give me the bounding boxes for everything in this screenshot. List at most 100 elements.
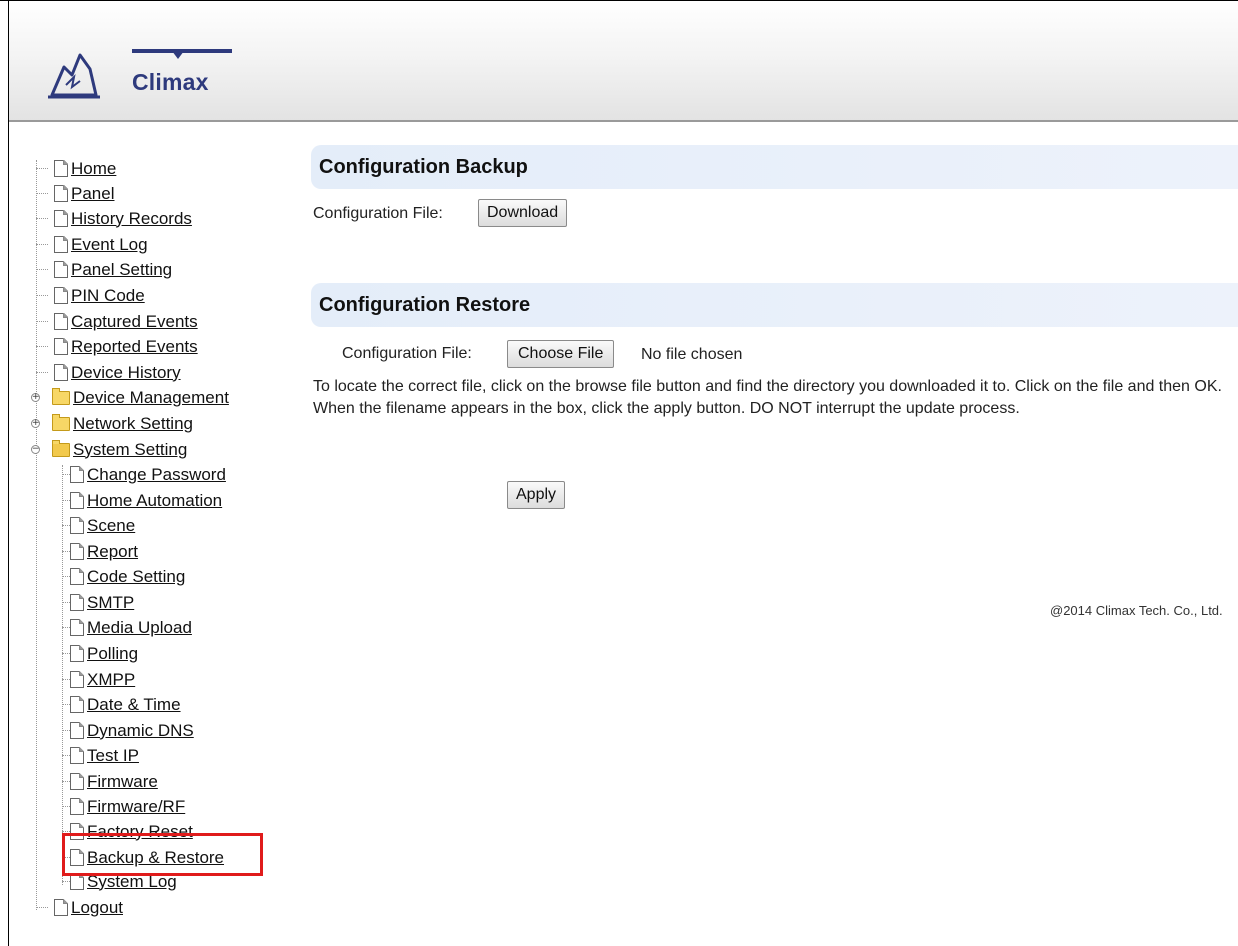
page-icon (70, 747, 84, 764)
page-icon (70, 671, 84, 688)
sidebar-link-xmpp[interactable]: XMPP (87, 670, 135, 690)
sidebar-item-dynamic-dns[interactable]: Dynamic DNS (56, 718, 194, 743)
sidebar-link-pin-code[interactable]: PIN Code (71, 286, 145, 306)
sidebar-link-media-upload[interactable]: Media Upload (87, 618, 192, 638)
sidebar-link-report[interactable]: Report (87, 542, 138, 562)
page-icon (70, 594, 84, 611)
sidebar-item-smtp[interactable]: SMTP (56, 590, 134, 615)
sidebar-link-reported-events[interactable]: Reported Events (71, 337, 198, 357)
copyright-footer: @2014 Climax Tech. Co., Ltd. (1050, 603, 1223, 618)
header: Climax (9, 1, 1238, 122)
sidebar-item-event-log[interactable]: Event Log (30, 232, 148, 257)
sidebar-link-change-password[interactable]: Change Password (87, 465, 226, 485)
restore-section-header: Configuration Restore (311, 283, 1238, 327)
sidebar-link-smtp[interactable]: SMTP (87, 593, 134, 613)
sidebar-item-report[interactable]: Report (56, 539, 138, 564)
restore-file-label: Configuration File: (342, 345, 472, 362)
sidebar-link-home-automation[interactable]: Home Automation (87, 491, 222, 511)
sidebar-item-firmware-rf[interactable]: Firmware/RF (56, 794, 185, 819)
sidebar-link-captured-events[interactable]: Captured Events (71, 312, 198, 332)
backup-section-header: Configuration Backup (311, 145, 1238, 189)
sidebar-link-test-ip[interactable]: Test IP (87, 746, 139, 766)
selection-highlight-box (62, 833, 263, 876)
page-icon (54, 261, 68, 278)
folder-icon (52, 387, 70, 405)
folder-open-icon (52, 439, 70, 457)
page-icon (70, 466, 84, 483)
expand-plus-icon[interactable]: + (31, 393, 40, 402)
frame-left-border (8, 0, 9, 946)
sidebar-link-home[interactable]: Home (71, 159, 116, 179)
sidebar-item-reported-events[interactable]: Reported Events (30, 334, 198, 359)
sidebar-link-firmware[interactable]: Firmware (87, 772, 158, 792)
page-icon (70, 645, 84, 662)
page-icon (54, 364, 68, 381)
sidebar-link-date-time[interactable]: Date & Time (87, 695, 181, 715)
sidebar-link-system-setting[interactable]: System Setting (73, 440, 187, 460)
backup-section-title: Configuration Backup (319, 156, 528, 178)
page-icon (70, 696, 84, 713)
sidebar-item-logout[interactable]: Logout (30, 895, 123, 920)
apply-button[interactable]: Apply (507, 481, 566, 509)
restore-instructions: To locate the correct file, click on the… (313, 378, 1222, 417)
expand-plus-icon[interactable]: + (31, 419, 40, 428)
sidebar-link-device-management[interactable]: Device Management (73, 388, 229, 408)
sidebar-item-test-ip[interactable]: Test IP (56, 743, 139, 768)
page-icon (70, 773, 84, 790)
sidebar-item-home[interactable]: Home (30, 156, 116, 181)
folder-icon (52, 413, 70, 431)
sidebar-item-scene[interactable]: Scene (56, 513, 135, 538)
sidebar-item-network-setting[interactable]: + Network Setting (30, 411, 193, 436)
sidebar-link-panel-setting[interactable]: Panel Setting (71, 260, 172, 280)
page-icon (54, 210, 68, 227)
sidebar-item-polling[interactable]: Polling (56, 641, 138, 666)
page-icon (54, 160, 68, 177)
sidebar-link-polling[interactable]: Polling (87, 644, 138, 664)
sidebar-item-history-records[interactable]: History Records (30, 206, 192, 231)
page-icon (54, 313, 68, 330)
sidebar-item-code-setting[interactable]: Code Setting (56, 564, 185, 589)
page-icon (70, 543, 84, 560)
sidebar-item-change-password[interactable]: Change Password (56, 462, 226, 487)
logo-text: Climax (132, 69, 209, 95)
sidebar-link-code-setting[interactable]: Code Setting (87, 567, 185, 587)
sidebar-item-home-automation[interactable]: Home Automation (56, 488, 222, 513)
sidebar-link-scene[interactable]: Scene (87, 516, 135, 536)
sidebar-link-history-records[interactable]: History Records (71, 209, 192, 229)
climax-logo: Climax (44, 37, 244, 107)
page-icon (70, 619, 84, 636)
sidebar-item-firmware[interactable]: Firmware (56, 769, 158, 794)
sidebar-item-panel[interactable]: Panel (30, 181, 114, 206)
page-icon (54, 338, 68, 355)
page-icon (70, 492, 84, 509)
page-icon (54, 899, 68, 916)
backup-file-label: Configuration File: (313, 205, 443, 222)
sidebar-link-logout[interactable]: Logout (71, 898, 123, 918)
sidebar-link-firmware-rf[interactable]: Firmware/RF (87, 797, 185, 817)
sidebar-item-device-management[interactable]: + Device Management (30, 385, 229, 410)
no-file-chosen-text: No file chosen (641, 346, 743, 363)
page-icon (54, 185, 68, 202)
page-icon (54, 236, 68, 253)
choose-file-button[interactable]: Choose File (507, 340, 615, 368)
sidebar-link-network-setting[interactable]: Network Setting (73, 414, 193, 434)
download-button[interactable]: Download (478, 199, 568, 227)
sidebar-item-device-history[interactable]: Device History (30, 360, 181, 385)
sidebar-link-panel[interactable]: Panel (71, 184, 114, 204)
page-icon (70, 568, 84, 585)
sidebar-item-pin-code[interactable]: PIN Code (30, 283, 145, 308)
sidebar-item-captured-events[interactable]: Captured Events (30, 309, 198, 334)
sidebar-item-panel-setting[interactable]: Panel Setting (30, 257, 172, 282)
sidebar-item-media-upload[interactable]: Media Upload (56, 615, 192, 640)
sidebar-item-date-time[interactable]: Date & Time (56, 692, 181, 717)
sidebar-link-device-history[interactable]: Device History (71, 363, 181, 383)
sidebar-link-dynamic-dns[interactable]: Dynamic DNS (87, 721, 194, 741)
page-icon (70, 798, 84, 815)
restore-section-title: Configuration Restore (319, 294, 531, 316)
collapse-minus-icon[interactable]: − (31, 445, 40, 454)
page-icon (70, 722, 84, 739)
sidebar-link-event-log[interactable]: Event Log (71, 235, 148, 255)
sidebar-item-xmpp[interactable]: XMPP (56, 667, 135, 692)
page-icon (54, 287, 68, 304)
sidebar-item-system-setting[interactable]: − System Setting (30, 437, 187, 462)
